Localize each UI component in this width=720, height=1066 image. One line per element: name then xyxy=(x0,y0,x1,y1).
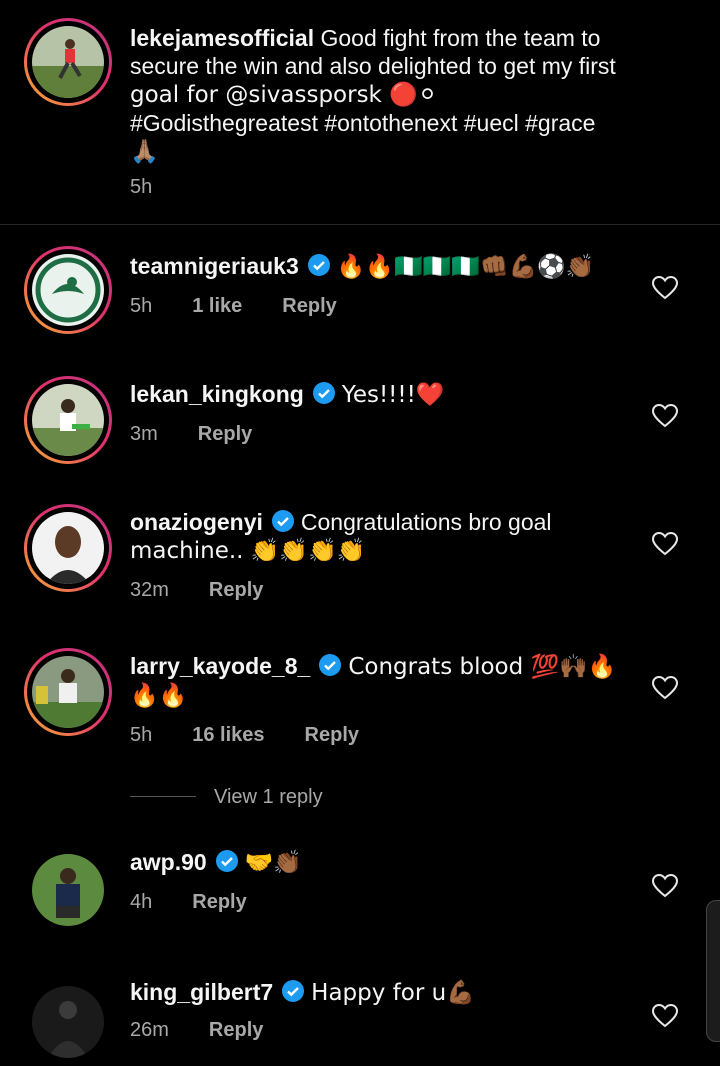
like-heart-icon[interactable] xyxy=(652,404,678,428)
reply-button[interactable]: Reply xyxy=(198,423,252,445)
comment-king_gilbert7: king_gilbert7 Happy for u💪🏾 26m Reply xyxy=(130,978,650,1042)
comment-time: 3m xyxy=(130,423,158,445)
avatar-image xyxy=(32,656,104,728)
comment-avatar-onaziogenyi[interactable] xyxy=(24,504,112,592)
scrollbar[interactable] xyxy=(706,900,720,1042)
caption-avatar-image xyxy=(32,26,104,98)
comment-avatar-awp.90[interactable] xyxy=(24,846,112,934)
likes-count[interactable]: 1 like xyxy=(192,295,242,317)
comment-text-line-2: 🔥🔥 xyxy=(130,683,188,709)
comment-text-line-1: Congratulations bro goal xyxy=(300,509,552,535)
caption: lekejamesofficial Good fight from the te… xyxy=(130,24,690,166)
avatar-image xyxy=(32,986,104,1058)
comment-username[interactable]: teamnigeriauk3 xyxy=(130,253,299,279)
comment-lekan_kingkong: lekan_kingkong Yes!!!!❤️ 3m Reply xyxy=(130,380,650,446)
comment-onaziogenyi: onaziogenyi Congratulations bro goal machi… xyxy=(130,508,650,602)
like-heart-icon[interactable] xyxy=(652,532,678,556)
avatar-image xyxy=(32,512,104,584)
comment-time: 5h xyxy=(130,295,153,317)
avatar-image xyxy=(32,854,104,926)
comment-username[interactable]: onaziogenyi xyxy=(130,509,263,535)
reply-button[interactable]: Reply xyxy=(209,1019,263,1041)
comment-username[interactable]: awp.90 xyxy=(130,849,207,875)
caption-line-2: secure the win and also delighted to get… xyxy=(130,53,616,79)
verified-badge-icon xyxy=(319,654,342,676)
reply-button[interactable]: Reply xyxy=(282,295,336,317)
comment-avatar-larry_kayode_8_[interactable] xyxy=(24,648,112,736)
caption-line-5: 🙏🏽 xyxy=(130,139,159,165)
comment-username[interactable]: lekan_kingkong xyxy=(130,381,304,407)
like-heart-icon[interactable] xyxy=(652,1004,678,1028)
caption-time: 5h xyxy=(130,176,153,198)
verified-badge-icon xyxy=(282,980,305,1002)
comment-text-line-1: Congrats blood 💯🙌🏾🔥 xyxy=(348,654,617,680)
comment-larry_kayode_8_: larry_kayode_8_ Congrats blood 💯🙌🏾🔥 🔥🔥 5h 1… xyxy=(130,652,650,747)
avatar-image xyxy=(32,384,104,456)
verified-badge-icon xyxy=(271,510,294,532)
like-heart-icon[interactable] xyxy=(652,874,678,898)
comment-avatar-king_gilbert7[interactable] xyxy=(24,978,112,1066)
reply-button[interactable]: Reply xyxy=(209,579,263,601)
view-replies-button[interactable]: View 1 reply xyxy=(214,786,323,809)
verified-badge-icon xyxy=(312,382,335,404)
avatar-image xyxy=(32,254,104,326)
comment-text: Happy for u💪🏾 xyxy=(311,980,475,1006)
comment-time: 5h xyxy=(130,724,153,746)
comment-avatar-teamnigeriauk3[interactable] xyxy=(24,246,112,334)
verified-badge-icon xyxy=(307,254,330,276)
comment-text: 🤝👏🏾 xyxy=(244,850,302,876)
comment-text: 🔥🔥🇳🇬🇳🇬🇳🇬👊🏾💪🏾⚽👏🏾 xyxy=(336,254,595,280)
comment-time: 4h xyxy=(130,891,153,913)
caption-username[interactable]: lekejamesofficial xyxy=(130,25,314,51)
comment-username[interactable]: king_gilbert7 xyxy=(130,979,273,1005)
caption-line-4: #Godisthegreatest #ontothenext #uecl #gr… xyxy=(130,110,596,136)
comment-text-line-2: machine.. 👏👏👏👏 xyxy=(130,538,366,564)
caption-avatar[interactable] xyxy=(24,18,112,106)
comment-time: 32m xyxy=(130,579,169,601)
comment-username[interactable]: larry_kayode_8_ xyxy=(130,653,310,679)
reply-button[interactable]: Reply xyxy=(305,724,359,746)
caption-line-1: Good fight from the team to xyxy=(320,25,601,51)
likes-count[interactable]: 16 likes xyxy=(192,724,264,746)
caption-line-3: goal for @sivassporsk 🔴⚪ xyxy=(130,82,438,108)
caption-divider xyxy=(0,224,720,225)
comment-teamnigeriauk3: teamnigeriauk3 🔥🔥🇳🇬🇳🇬🇳🇬👊🏾💪🏾⚽👏🏾 5h 1 like Re… xyxy=(130,252,650,318)
comment-text: Yes!!!!❤️ xyxy=(341,382,445,408)
comment-awp.90: awp.90 🤝👏🏾 4h Reply xyxy=(130,848,650,914)
view-replies-line xyxy=(130,796,196,797)
reply-button[interactable]: Reply xyxy=(192,891,246,913)
like-heart-icon[interactable] xyxy=(652,676,678,700)
verified-badge-icon xyxy=(215,850,238,872)
comment-avatar-lekan_kingkong[interactable] xyxy=(24,376,112,464)
comment-time: 26m xyxy=(130,1019,169,1041)
like-heart-icon[interactable] xyxy=(652,276,678,300)
